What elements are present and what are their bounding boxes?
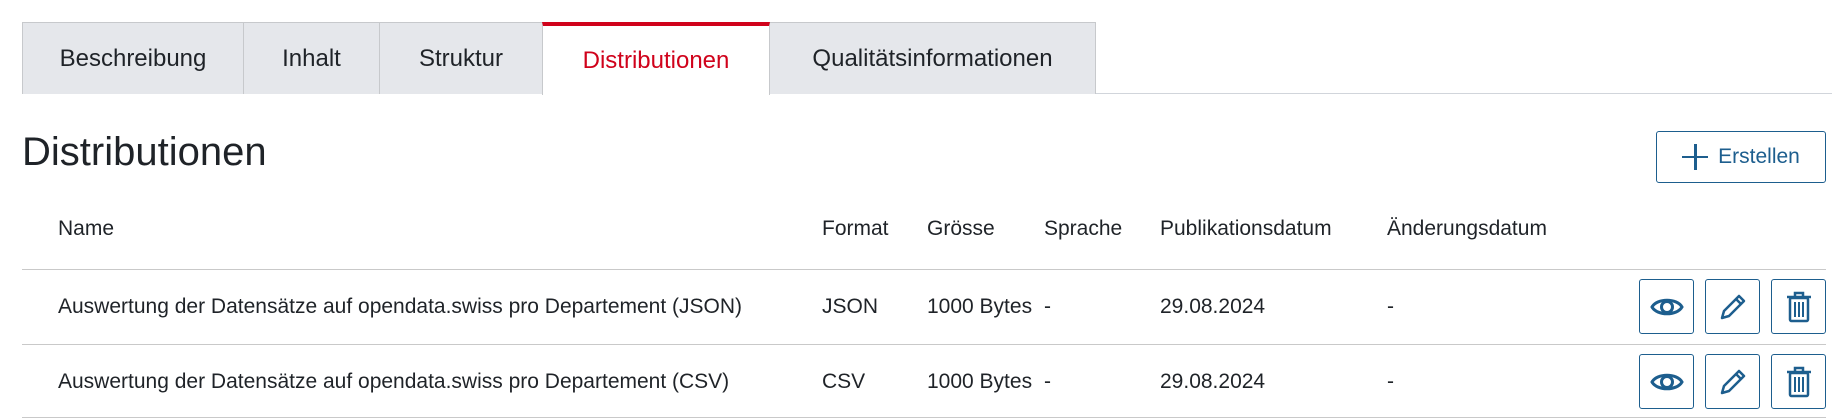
row-published: 29.08.2024 [1160,295,1266,318]
row-modified: - [1387,295,1394,318]
row-language: - [1044,370,1051,393]
plus-icon [1682,144,1709,170]
trash-icon [1786,291,1811,322]
column-header-modified: Änderungsdatum [1387,217,1547,240]
trash-icon [1786,366,1811,397]
edit-button[interactable] [1705,279,1760,334]
pencil-icon [1720,369,1745,394]
column-header-published: Publikationsdatum [1160,217,1332,240]
table-row: Auswertung der Datensätze auf opendata.s… [22,271,1826,343]
column-header-language: Sprache [1044,217,1123,240]
tab-qualitaetsinformationen[interactable]: Qualitätsinformationen [769,22,1096,94]
table-divider [22,417,1826,418]
row-size: 1000 Bytes [927,295,1033,318]
view-button[interactable] [1639,354,1694,409]
row-actions [1639,354,1826,409]
edit-button[interactable] [1705,354,1760,409]
row-format: JSON [822,295,879,318]
column-header-format: Format [822,217,889,240]
delete-button[interactable] [1771,354,1826,409]
table-row: Auswertung der Datensätze auf opendata.s… [22,346,1826,418]
table-divider [22,269,1826,270]
tab-beschreibung[interactable]: Beschreibung [22,22,244,94]
column-header-size: Grösse [927,217,995,240]
row-language: - [1044,295,1051,318]
row-published: 29.08.2024 [1160,370,1266,393]
tab-distributionen[interactable]: Distributionen [542,22,770,95]
create-button[interactable]: Erstellen [1656,131,1826,183]
page-title: Distributionen [22,130,267,174]
tab-struktur[interactable]: Struktur [379,22,543,94]
row-name: Auswertung der Datensätze auf opendata.s… [58,370,730,393]
eye-icon [1649,298,1684,315]
column-header-name: Name [58,217,115,240]
row-format: CSV [822,370,866,393]
eye-icon [1649,373,1684,390]
row-modified: - [1387,370,1394,393]
tab-inhalt[interactable]: Inhalt [243,22,380,94]
delete-button[interactable] [1771,279,1826,334]
row-name: Auswertung der Datensätze auf opendata.s… [58,295,743,318]
row-actions [1639,279,1826,334]
tab-bar: Beschreibung Inhalt Struktur Distributio… [22,22,1096,95]
view-button[interactable] [1639,279,1694,334]
row-size: 1000 Bytes [927,370,1033,393]
create-button-label: Erstellen [1718,145,1800,168]
pencil-icon [1720,294,1745,319]
table-divider [22,344,1826,345]
